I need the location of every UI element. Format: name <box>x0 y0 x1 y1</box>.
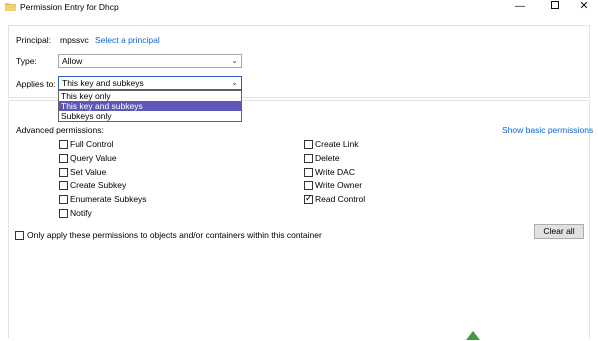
minimize-button[interactable]: — <box>506 0 534 14</box>
chevron-down-icon: ⌄ <box>231 78 238 87</box>
write-dac-label: Write DAC <box>315 167 355 177</box>
enumerate-subkeys-label: Enumerate Subkeys <box>70 194 147 204</box>
create-link-checkbox[interactable] <box>304 140 313 149</box>
notify-checkbox[interactable] <box>59 209 68 218</box>
type-label: Type: <box>16 56 37 66</box>
show-basic-permissions-link[interactable]: Show basic permissions <box>502 125 593 136</box>
enumerate-subkeys-checkbox[interactable] <box>59 195 68 204</box>
notify-label: Notify <box>70 208 92 218</box>
write-owner-label: Write Owner <box>315 180 363 190</box>
maximize-button[interactable] <box>541 0 569 14</box>
applies-to-dropdown-list: This key only This key and subkeys Subke… <box>58 90 242 122</box>
delete-checkbox[interactable] <box>304 154 313 163</box>
type-select[interactable]: Allow ⌄ <box>58 54 242 68</box>
select-principal-link[interactable]: Select a principal <box>95 35 160 46</box>
close-button[interactable]: ✕ <box>570 0 598 14</box>
dropdown-option-this-key-only[interactable]: This key only <box>59 91 241 101</box>
applies-to-select-value: This key and subkeys <box>62 78 144 88</box>
title-bar: Permission Entry for Dhcp — ✕ <box>0 0 598 14</box>
type-select-value: Allow <box>62 56 83 66</box>
minimize-icon: — <box>515 1 525 12</box>
full-control-label: Full Control <box>70 139 114 149</box>
create-subkey-label: Create Subkey <box>70 180 127 190</box>
window-title: Permission Entry for Dhcp <box>20 2 119 12</box>
applies-to-select[interactable]: This key and subkeys ⌄ <box>58 76 242 90</box>
clear-all-button[interactable]: Clear all <box>534 224 584 239</box>
read-control-checkbox[interactable]: ✓ <box>304 193 313 204</box>
close-icon: ✕ <box>579 0 589 12</box>
principal-label: Principal: <box>16 35 51 45</box>
green-arrow-icon <box>466 331 480 340</box>
full-control-checkbox[interactable] <box>59 140 68 149</box>
chevron-down-icon: ⌄ <box>231 56 238 65</box>
write-dac-checkbox[interactable] <box>304 168 313 177</box>
dropdown-option-subkeys-only[interactable]: Subkeys only <box>59 111 241 121</box>
set-value-checkbox[interactable] <box>59 168 68 177</box>
maximize-icon <box>551 1 559 10</box>
apply-only-within-container-checkbox[interactable] <box>15 231 24 240</box>
principal-value: mpssvc <box>60 35 89 45</box>
write-owner-checkbox[interactable] <box>304 181 313 190</box>
query-value-checkbox[interactable] <box>59 154 68 163</box>
dropdown-option-this-key-and-subkeys[interactable]: This key and subkeys <box>59 101 241 111</box>
delete-label: Delete <box>315 153 340 163</box>
apply-only-within-container-label: Only apply these permissions to objects … <box>27 230 322 240</box>
read-control-label: Read Control <box>315 194 366 204</box>
query-value-label: Query Value <box>70 153 117 163</box>
applies-to-label: Applies to: <box>16 79 56 89</box>
create-link-label: Create Link <box>315 139 359 149</box>
create-subkey-checkbox[interactable] <box>59 181 68 190</box>
advanced-permissions-heading: Advanced permissions: <box>16 125 104 135</box>
set-value-label: Set Value <box>70 167 107 177</box>
folder-icon <box>5 3 16 11</box>
check-icon: ✓ <box>305 193 313 203</box>
